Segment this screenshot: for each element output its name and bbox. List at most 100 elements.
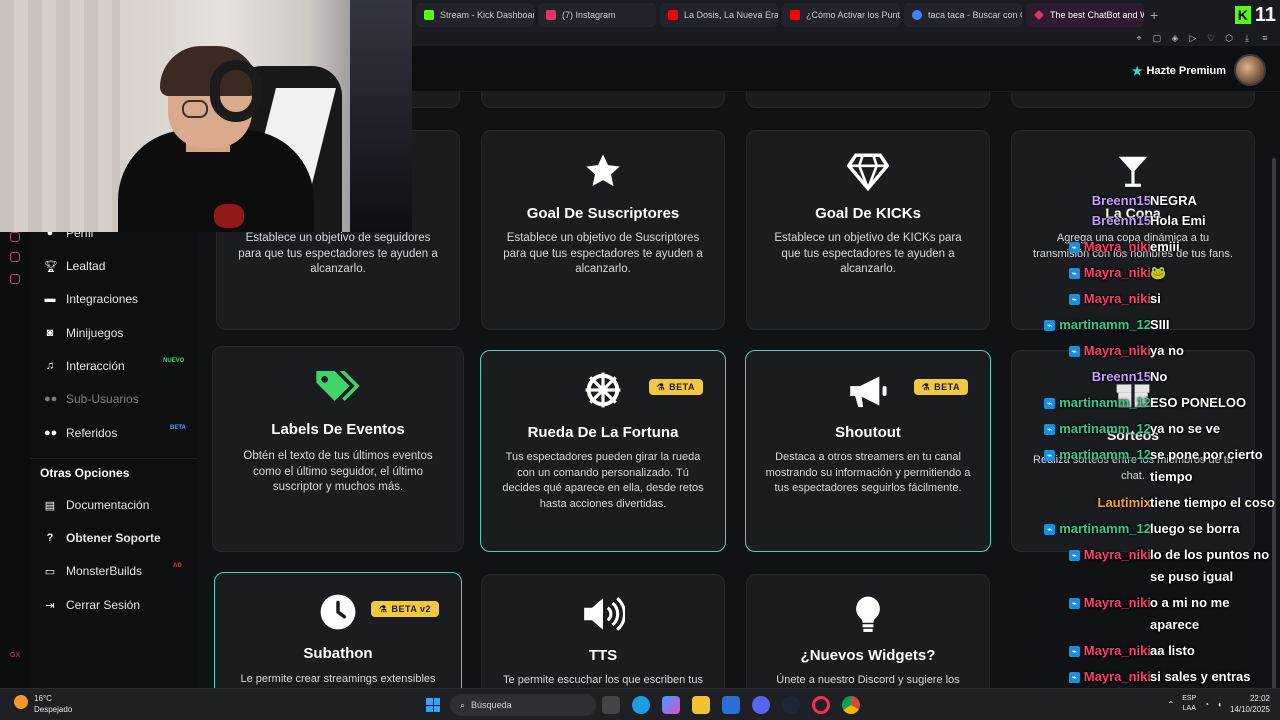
premium-button[interactable]: ★ Hazte Premium <box>1132 64 1226 78</box>
chat-text: lo de los puntos no se puso igual <box>1150 547 1270 584</box>
snapshot-icon[interactable]: ▢ <box>1152 33 1162 44</box>
steam-icon[interactable] <box>782 696 800 714</box>
help-icon: ? <box>46 532 54 544</box>
chat-text: o a mi no me aparece <box>1150 595 1230 632</box>
play-icon[interactable]: ▷ <box>1188 33 1198 44</box>
weather-widget[interactable]: 16°C Despejado <box>14 693 72 715</box>
twitch-icon: ⌁ <box>1068 268 1080 279</box>
browser-tab[interactable]: taca taca - Buscar con Google <box>904 3 1022 27</box>
discord-icon[interactable] <box>752 696 770 714</box>
opera-gx-icon[interactable] <box>812 696 830 714</box>
sidebar-app-icon[interactable] <box>10 232 20 242</box>
widget-title: Rueda De La Fortuna <box>527 424 679 441</box>
sidebar-divider <box>30 458 198 459</box>
chat-text: aa listo <box>1150 643 1195 658</box>
windows-start-icon[interactable] <box>426 698 440 712</box>
download-icon[interactable]: ⤓ <box>1242 33 1252 44</box>
shield-icon[interactable]: ◈ <box>1170 33 1180 44</box>
widget-description: Establece un objetivo de seguidores para… <box>238 232 438 275</box>
file-explorer-icon[interactable] <box>692 696 710 714</box>
wifi-icon[interactable]: ◔ <box>1204 700 1209 709</box>
widget-card-partial[interactable] <box>1011 92 1255 108</box>
twitch-icon: ⌁ <box>1068 346 1080 357</box>
flask-icon: ⚗ <box>378 603 388 614</box>
chat-text: tiene tiempo el coso <box>1150 495 1275 510</box>
twitch-icon: ⌁ <box>1068 598 1080 609</box>
taskbar-search[interactable]: ⌕ Búsqueda <box>450 694 596 716</box>
gx-label: GX <box>10 652 21 659</box>
widget-card-labels-eventos[interactable]: Labels De Eventos Obtén el texto de tus … <box>212 346 464 552</box>
kick-logo-icon: K <box>1234 6 1251 24</box>
sidebar-item-cerrar-sesion[interactable]: ⇥ Cerrar Sesión <box>44 594 140 616</box>
sidebar-item-integraciones[interactable]: ▬ Integraciones <box>44 288 139 310</box>
pin-icon[interactable]: ⌖ <box>1134 33 1144 44</box>
language-indicator[interactable]: ESP LAA <box>1182 694 1196 714</box>
widget-description: Tus espectadores pueden girar la rueda c… <box>502 451 704 510</box>
chat-username: ⌁ Mayra_niki <box>1068 262 1151 284</box>
widget-card-subathon[interactable]: ⚗ BETA v2 Subathon Le permite crear strea… <box>214 572 462 688</box>
taskbar-apps <box>602 696 860 714</box>
browser-tab[interactable]: Stream - Kick Dashboard <box>416 3 534 27</box>
screen-icon: ▬ <box>44 293 56 305</box>
chat-username: ⌁ martinamm_12 <box>1044 314 1151 336</box>
widget-card-partial[interactable] <box>746 92 990 108</box>
browser-tab[interactable]: (7) Instagram <box>538 3 656 27</box>
webcam-background <box>0 0 120 232</box>
chrome-icon[interactable] <box>842 696 860 714</box>
document-icon: ▤ <box>44 499 56 512</box>
widget-description: Únete a nuestro Discord y sugiere los <box>776 674 960 686</box>
chat-text: ya no se ve <box>1150 421 1221 436</box>
botrix-icon <box>1034 10 1044 20</box>
chat-username: ⌁ Mayra_niki <box>1068 236 1151 258</box>
widget-description: Te permite escuchar los que escriben tus <box>503 674 703 686</box>
widget-title: Goal De Suscriptores <box>526 205 680 222</box>
widget-card-rueda-fortuna[interactable]: ⚗ BETA Rueda De La Fortuna Tus espectador… <box>480 350 726 552</box>
sidebar-app-icon[interactable] <box>10 252 20 262</box>
sidebar-item-interaccion[interactable]: ♫ Interacción <box>44 355 125 377</box>
widget-description: Establece un objetivo de Suscriptores pa… <box>503 232 703 275</box>
sidebar-item-soporte[interactable]: ? Obtener Soporte <box>44 527 161 549</box>
browser-tab-active[interactable]: The best ChatBot and Widgets <box>1026 3 1144 27</box>
twitch-icon: ⌁ <box>1044 398 1056 409</box>
sidebar-item-monsterbuilds[interactable]: ▭ MonsterBuilds <box>44 560 142 582</box>
system-tray: ⌃ ESP LAA ◔ ◖ 22:02 14/10/2025 <box>1168 693 1270 715</box>
store-icon[interactable] <box>722 696 740 714</box>
chat-text: ya no <box>1150 343 1184 358</box>
clock[interactable]: 22:02 14/10/2025 <box>1230 693 1270 715</box>
gamepad-icon: ◙ <box>46 327 54 339</box>
widget-card-partial[interactable] <box>481 92 725 108</box>
menu-icon[interactable]: ≡ <box>1260 33 1270 43</box>
widget-title: Shoutout <box>835 424 901 441</box>
widget-card-goal-kicks[interactable]: Goal De KICKs Establece un objetivo de K… <box>746 130 990 330</box>
task-view-icon[interactable] <box>602 696 620 714</box>
twitch-icon: ⌁ <box>1068 242 1080 253</box>
browser-tab[interactable]: ¿Cómo Activar los Puntos <box>782 3 900 27</box>
avatar[interactable] <box>1234 54 1266 86</box>
weather-temp: 16°C <box>34 694 52 703</box>
chevron-up-icon[interactable]: ⌃ <box>1168 700 1175 709</box>
volume-icon[interactable]: ◖ <box>1217 700 1222 709</box>
extensions-icon[interactable]: ⬡ <box>1224 33 1234 44</box>
twitch-icon: ⌁ <box>1068 550 1080 561</box>
widget-card-nuevos-widgets[interactable]: ¿Nuevos Widgets? Únete a nuestro Discord… <box>746 574 990 688</box>
sidebar-item-documentacion[interactable]: ▤ Documentación <box>44 494 150 516</box>
new-tab-button[interactable]: + <box>1150 7 1158 23</box>
sidebar-item-sub-usuarios[interactable]: ●● Sub-Usuarios <box>44 388 139 410</box>
widget-card-goal-suscriptores[interactable]: Goal De Suscriptores Establece un objeti… <box>481 130 725 330</box>
widget-card-tts[interactable]: TTS Te permite escuchar los que escriben… <box>481 574 725 688</box>
sidebar-item-referidos[interactable]: ●● Referidos <box>44 422 117 444</box>
sidebar-item-minijuegos[interactable]: ◙ Minijuegos <box>44 322 124 344</box>
sidebar-item-lealtad[interactable]: 🏆︎ Lealtad <box>44 255 105 277</box>
twitch-icon: ⌁ <box>1068 294 1080 305</box>
trophy-icon: 🏆︎ <box>44 260 58 273</box>
copilot-icon[interactable] <box>662 696 680 714</box>
sidebar-app-icon[interactable] <box>10 274 20 284</box>
beta-badge: ⚗ BETA <box>648 379 703 395</box>
chat-text: si <box>1150 291 1161 306</box>
heart-icon[interactable]: ♡ <box>1206 33 1216 44</box>
browser-tab[interactable]: La Dosis, La Nueva Era <box>660 3 778 27</box>
widget-card-shoutout[interactable]: ⚗ BETA Shoutout Destaca a otros streamers… <box>745 350 991 552</box>
edge-icon[interactable] <box>632 696 650 714</box>
chat-text: ESO PONELOO <box>1150 395 1247 410</box>
widget-title: Subathon <box>303 645 373 662</box>
